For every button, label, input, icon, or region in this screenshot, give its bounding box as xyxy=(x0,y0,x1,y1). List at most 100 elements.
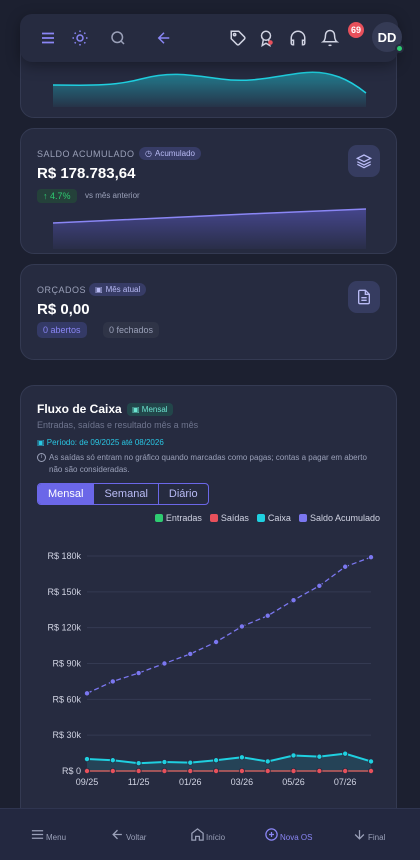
point-saldo-acumulado xyxy=(135,670,142,677)
x-tick-label: 05/26 xyxy=(282,777,305,787)
point-saídas xyxy=(316,767,323,774)
y-tick-label: R$ 60k xyxy=(52,694,81,704)
orcados-card[interactable]: ORÇADOS ▣ Mês atual R$ 0,00 0 abertos 0 f… xyxy=(20,264,397,360)
fluxo-period: ▣ Período: de 09/2025 até 08/2026 xyxy=(37,438,164,447)
nav-menu[interactable]: Menu xyxy=(30,827,66,842)
y-tick-label: R$ 180k xyxy=(47,551,81,561)
orcados-abertos[interactable]: 0 abertos xyxy=(37,322,87,338)
point-caixa xyxy=(84,756,91,763)
point-saldo-acumulado xyxy=(238,623,245,630)
orcados-label: ORÇADOS xyxy=(37,285,87,295)
y-tick-label: R$ 120k xyxy=(47,623,81,633)
point-caixa xyxy=(213,757,220,764)
legend-caixa[interactable]: Caixa xyxy=(256,513,291,523)
point-saídas xyxy=(213,767,220,774)
x-tick-label: 01/26 xyxy=(179,777,202,787)
tab-semanal[interactable]: Semanal xyxy=(94,484,159,504)
tab-diario[interactable]: Diário xyxy=(159,484,208,504)
nav-final[interactable]: Final xyxy=(352,827,385,842)
avatar-initials: DD xyxy=(377,29,397,45)
plus-circle-icon xyxy=(265,828,278,841)
point-saldo-acumulado xyxy=(187,650,194,657)
point-saídas xyxy=(290,767,297,774)
orcados-value: R$ 0,00 xyxy=(37,301,90,318)
menu-icon xyxy=(31,830,44,839)
x-tick-label: 09/25 xyxy=(76,777,99,787)
fluxo-title: Fluxo de Caixa xyxy=(37,402,122,416)
point-saldo-acumulado xyxy=(367,554,374,561)
award-icon[interactable] xyxy=(254,26,278,50)
x-tick-label: 03/26 xyxy=(231,777,254,787)
point-saídas xyxy=(342,767,349,774)
point-saldo-acumulado xyxy=(161,660,168,667)
y-tick-label: R$ 0 xyxy=(62,766,81,776)
point-saídas xyxy=(264,767,271,774)
headset-icon[interactable] xyxy=(286,26,310,50)
point-caixa xyxy=(367,758,374,765)
orcados-badge: ▣ Mês atual xyxy=(89,283,147,296)
point-saídas xyxy=(367,767,374,774)
calendar-icon: ▣ xyxy=(95,285,103,294)
point-saídas xyxy=(84,767,91,774)
fluxo-subtitle: Entradas, saídas e resultado mês a mês xyxy=(37,420,199,430)
point-caixa xyxy=(316,753,323,760)
nav-voltar[interactable]: Voltar xyxy=(110,827,146,842)
point-saldo-acumulado xyxy=(342,563,349,570)
point-saldo-acumulado xyxy=(84,690,91,697)
point-caixa xyxy=(264,758,271,765)
y-tick-label: R$ 30k xyxy=(52,730,81,740)
notification-badge: 69 xyxy=(348,22,364,38)
nav-inicio[interactable]: Início xyxy=(190,827,225,842)
bell-icon[interactable] xyxy=(318,26,342,50)
point-caixa xyxy=(187,759,194,766)
info-icon: i xyxy=(37,453,46,462)
back-arrow-icon[interactable] xyxy=(152,26,176,50)
online-status-dot xyxy=(395,44,404,53)
fluxo-badge: ▣ Mensal xyxy=(127,403,173,416)
top-bar: 69 DD xyxy=(20,14,404,62)
point-saldo-acumulado xyxy=(109,678,116,685)
fluxo-caixa-card: Fluxo de Caixa ▣ Mensal Entradas, saídas… xyxy=(20,385,397,825)
y-tick-label: R$ 90k xyxy=(52,659,81,669)
x-tick-label: 07/26 xyxy=(334,777,357,787)
legend-entradas[interactable]: Entradas xyxy=(154,513,202,523)
saldo-sparkline xyxy=(52,208,367,249)
menu-icon[interactable] xyxy=(36,26,60,50)
arrow-left-icon xyxy=(112,829,122,840)
point-saldo-acumulado xyxy=(290,597,297,604)
point-caixa xyxy=(342,750,349,757)
saldo-acumulado-card[interactable]: SALDO ACUMULADO ◷ Acumulado R$ 178.783,64… xyxy=(20,128,397,254)
point-saldo-acumulado xyxy=(316,582,323,589)
point-saldo-acumulado xyxy=(213,639,220,646)
document-icon xyxy=(348,281,380,313)
point-saídas xyxy=(135,767,142,774)
point-saídas xyxy=(238,767,245,774)
search-icon[interactable] xyxy=(106,26,130,50)
tab-mensal[interactable]: Mensal xyxy=(38,484,95,504)
tag-icon[interactable] xyxy=(226,26,250,50)
y-tick-label: R$ 150k xyxy=(47,587,81,597)
period-tabs: Mensal Semanal Diário xyxy=(37,483,209,505)
fluxo-note: i As saídas só entram no gráfico quando … xyxy=(37,452,382,476)
bottom-nav: Menu Voltar Início Nova OS Final xyxy=(0,808,420,860)
point-saídas xyxy=(109,767,116,774)
point-caixa xyxy=(238,754,245,761)
point-caixa xyxy=(109,757,116,764)
point-caixa xyxy=(135,760,142,767)
point-saídas xyxy=(187,767,194,774)
point-caixa xyxy=(290,752,297,759)
orcados-fechados[interactable]: 0 fechados xyxy=(103,322,160,338)
point-saídas xyxy=(161,767,168,774)
point-saldo-acumulado xyxy=(264,612,271,619)
x-tick-label: 11/25 xyxy=(128,777,150,787)
legend-saidas[interactable]: Saídas xyxy=(209,513,249,523)
sun-icon[interactable] xyxy=(68,26,92,50)
nav-nova-os[interactable]: Nova OS xyxy=(264,827,312,842)
home-icon xyxy=(191,828,204,841)
legend-saldo-acumulado[interactable]: Saldo Acumulado xyxy=(298,513,380,523)
series-line-saldo-acumulado xyxy=(86,556,372,694)
point-caixa xyxy=(161,759,168,766)
chart-legend: Entradas Saídas Caixa Saldo Acumulado xyxy=(154,513,380,523)
arrow-down-icon xyxy=(354,830,365,840)
avatar[interactable]: DD xyxy=(372,22,404,53)
